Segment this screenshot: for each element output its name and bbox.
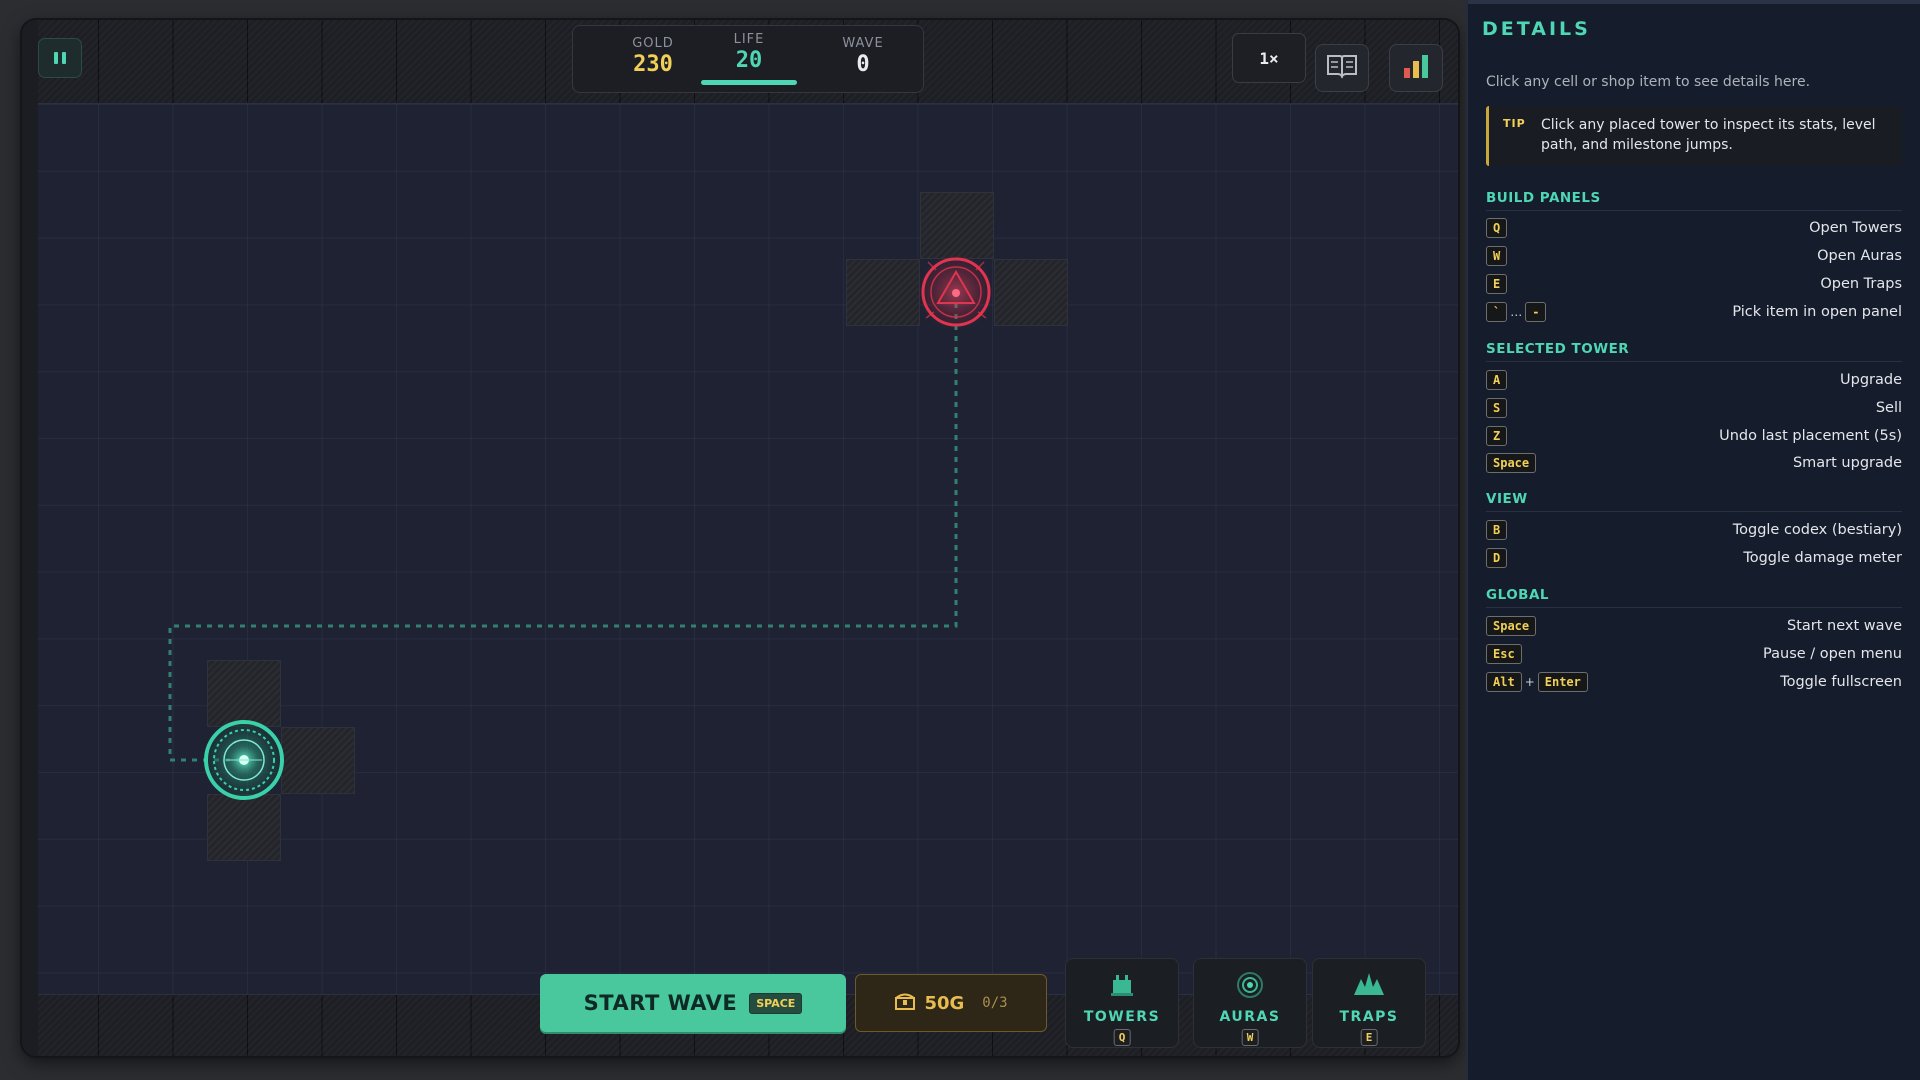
wave-stat: WAVE 0: [813, 36, 913, 77]
gold-label: GOLD: [632, 36, 674, 51]
details-hint: Click any cell or shop item to see detai…: [1486, 74, 1811, 90]
chest-icon: [894, 991, 916, 1015]
start-wave-label: START WAVE: [583, 991, 738, 1015]
tab-towers[interactable]: TOWERS Q: [1065, 958, 1179, 1048]
key-cap: Alt: [1486, 672, 1522, 692]
game-board[interactable]: [38, 104, 1458, 994]
shortcut-desc: Open Traps: [1820, 276, 1902, 292]
tip-label: TIP: [1503, 117, 1526, 130]
gold-value: 230: [633, 52, 673, 77]
shortcut-desc: Toggle codex (bestiary): [1732, 522, 1902, 538]
tab-auras[interactable]: AURAS W: [1193, 958, 1307, 1048]
base-portal-icon: [202, 718, 286, 802]
pause-button[interactable]: [38, 38, 82, 78]
shortcut-row: Q Open Towers: [1486, 218, 1902, 240]
spawn-portal-icon: [916, 252, 996, 332]
gold-stat: GOLD 230: [603, 36, 703, 77]
shortcut-row: W Open Auras: [1486, 246, 1902, 268]
key-cap: -: [1525, 302, 1547, 322]
wave-value: 0: [856, 52, 870, 77]
shortcut-desc: Smart upgrade: [1792, 455, 1902, 471]
key-cap: Z: [1486, 426, 1508, 446]
tab-traps-key: E: [1360, 1029, 1378, 1046]
summon-count: 0/3: [982, 995, 1008, 1011]
start-wave-button[interactable]: START WAVE SPACE: [540, 974, 846, 1032]
key-separator: +: [1524, 675, 1535, 689]
shortcut-row: E Open Traps: [1486, 274, 1902, 296]
shortcut-row: ` … - Pick item in open panel: [1486, 302, 1902, 324]
start-wave-key: SPACE: [749, 992, 803, 1014]
summon-chest-button[interactable]: 50G 0/3: [855, 974, 1047, 1032]
section-title-global: GLOBAL: [1486, 587, 1902, 608]
tab-traps-label: TRAPS: [1339, 1009, 1399, 1025]
shortcut-desc: Toggle damage meter: [1743, 550, 1902, 566]
shortcut-row: Z Undo last placement (5s): [1486, 426, 1902, 448]
life-label: LIFE: [733, 32, 765, 47]
tab-auras-key: W: [1241, 1029, 1259, 1046]
key-cap: `: [1486, 302, 1508, 322]
shortcut-desc: Undo last placement (5s): [1719, 428, 1902, 444]
shortcut-row: B Toggle codex (bestiary): [1486, 520, 1902, 542]
tip-text: Click any placed tower to inspect its st…: [1541, 117, 1876, 153]
shortcut-desc: Open Auras: [1817, 248, 1902, 264]
key-cap: Esc: [1486, 644, 1522, 664]
tab-traps[interactable]: TRAPS E: [1312, 958, 1426, 1048]
life-stat: LIFE 20: [699, 32, 799, 73]
key-cap: B: [1486, 520, 1508, 540]
tab-towers-label: TOWERS: [1083, 1009, 1161, 1025]
wave-label: WAVE: [842, 36, 884, 51]
shortcut-desc: Start next wave: [1786, 618, 1902, 634]
shortcut-desc: Upgrade: [1840, 372, 1902, 388]
key-cap: W: [1486, 246, 1508, 266]
aura-icon: [1235, 971, 1265, 1003]
details-panel: DETAILS Click any cell or shop item to s…: [1466, 0, 1920, 1080]
details-title: DETAILS: [1482, 18, 1591, 40]
key-cap: E: [1486, 274, 1508, 294]
shortcut-desc: Toggle fullscreen: [1780, 674, 1902, 690]
tab-auras-label: AURAS: [1219, 1009, 1281, 1025]
shortcut-row: A Upgrade: [1486, 370, 1902, 392]
tip-box: TIP Click any placed tower to inspect it…: [1486, 106, 1902, 166]
section-title-build-panels: BUILD PANELS: [1486, 190, 1902, 211]
life-value: 20: [735, 48, 763, 73]
shortcut-row: S Sell: [1486, 398, 1902, 420]
speed-button[interactable]: 1×: [1232, 33, 1306, 83]
key-cap: D: [1486, 548, 1508, 568]
book-icon: [1325, 53, 1359, 83]
key-cap: S: [1486, 398, 1508, 418]
shortcut-row: Space Start next wave: [1486, 616, 1902, 638]
tab-towers-key: Q: [1113, 1029, 1131, 1046]
stats-panel: GOLD 230 LIFE 20 WAVE 0: [572, 25, 924, 93]
shortcut-row: Alt + Enter Toggle fullscreen: [1486, 672, 1902, 694]
key-cap: Space: [1486, 616, 1537, 636]
tower-icon: [1108, 971, 1136, 1001]
shortcut-desc: Sell: [1875, 400, 1902, 416]
shortcut-desc: Open Towers: [1809, 220, 1902, 236]
shortcut-row: Space Smart upgrade: [1486, 453, 1902, 475]
pause-icon: [52, 52, 68, 64]
key-cap: A: [1486, 370, 1508, 390]
damage-meter-button[interactable]: [1389, 44, 1443, 92]
shortcut-desc: Pick item in open panel: [1732, 304, 1902, 320]
bar-chart-icon: [1401, 52, 1431, 84]
trap-icon: [1352, 971, 1386, 1001]
shortcut-row: D Toggle damage meter: [1486, 548, 1902, 570]
shortcut-desc: Pause / open menu: [1763, 646, 1902, 662]
game-frame: GOLD 230 LIFE 20 WAVE 0 1×: [22, 20, 1458, 1056]
life-bar: [701, 80, 797, 85]
section-title-view: VIEW: [1486, 491, 1902, 512]
key-cap: Enter: [1537, 672, 1588, 692]
shortcut-row: Esc Pause / open menu: [1486, 644, 1902, 666]
summon-cost: 50G: [924, 992, 965, 1014]
enemy-path: [168, 292, 958, 762]
section-title-selected-tower: SELECTED TOWER: [1486, 341, 1902, 362]
key-cap: Q: [1486, 218, 1508, 238]
codex-button[interactable]: [1315, 44, 1369, 92]
key-cap: Space: [1486, 453, 1537, 473]
key-separator: …: [1510, 305, 1523, 319]
